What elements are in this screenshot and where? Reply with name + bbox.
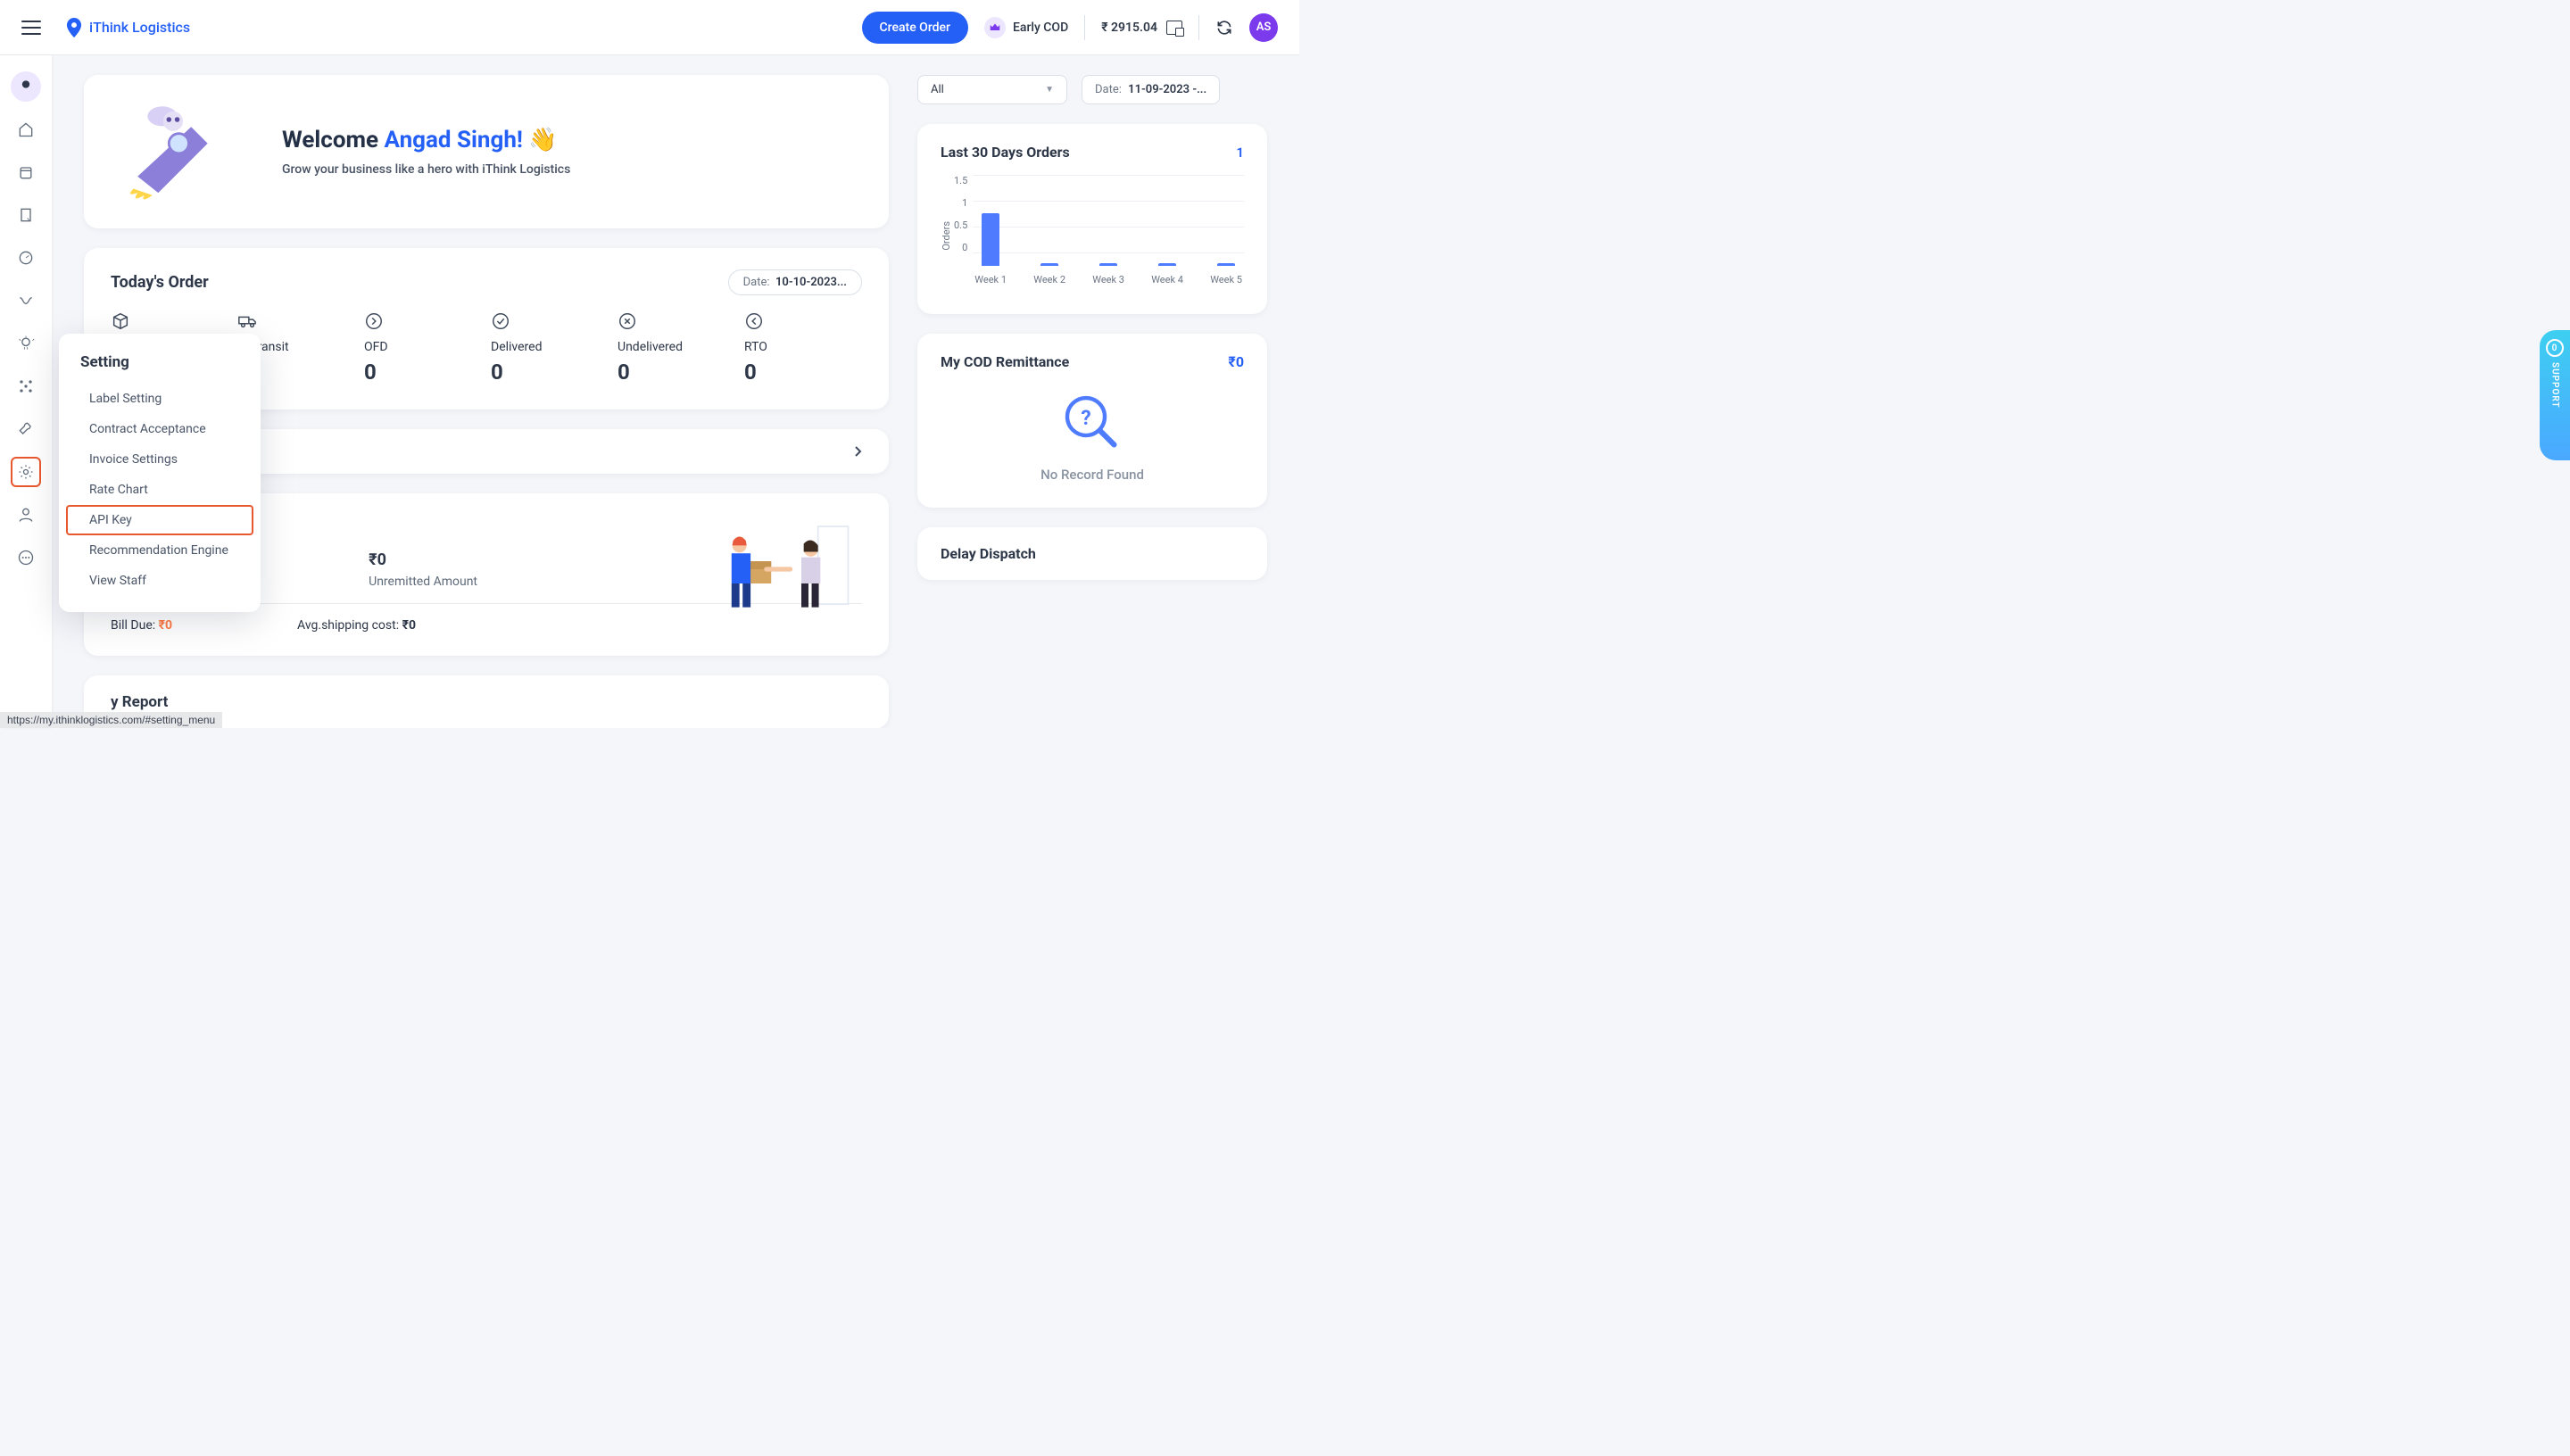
balance-amount: ₹ 2915.04 <box>1101 21 1157 35</box>
refresh-icon[interactable] <box>1215 19 1233 37</box>
chart-yaxis: 1.510.50 <box>954 175 973 253</box>
popover-item-view-staff[interactable]: View Staff <box>66 566 253 596</box>
filter-select[interactable]: All▼ <box>917 75 1067 104</box>
stat-rto[interactable]: RTO0 <box>744 311 862 385</box>
brand-logo[interactable]: iThink Logistics <box>66 18 190 37</box>
support-label: SUPPORT <box>2550 362 2560 409</box>
sidebar-item-profile[interactable] <box>11 71 41 102</box>
popover-item-api-key[interactable]: API Key <box>66 505 253 535</box>
stat-undelivered[interactable]: Undelivered0 <box>618 311 735 385</box>
stat-ofd[interactable]: OFD0 <box>364 311 482 385</box>
hamburger-menu-icon[interactable] <box>21 21 41 35</box>
map-pin-icon <box>66 18 82 37</box>
delivery-illustration <box>716 520 858 618</box>
return-circle-icon <box>744 311 764 331</box>
no-record-text: No Record Found <box>1040 467 1144 483</box>
early-cod-label: Early COD <box>1013 21 1068 35</box>
sidebar-item-insights[interactable] <box>11 328 41 359</box>
topbar: iThink Logistics Create Order Early COD … <box>0 0 1299 55</box>
sidebar-item-ndr[interactable] <box>11 285 41 316</box>
wallet-balance[interactable]: ₹ 2915.04 <box>1101 21 1182 35</box>
early-cod-badge[interactable]: Early COD <box>984 17 1068 38</box>
crown-icon <box>984 17 1006 38</box>
popover-item-label-setting[interactable]: Label Setting <box>66 384 253 414</box>
check-circle-icon <box>491 311 510 331</box>
avatar[interactable]: AS <box>1249 13 1278 42</box>
sidebar-item-tools[interactable] <box>11 414 41 444</box>
todays-order-title: Today's Order <box>111 273 209 292</box>
rocket-illustration <box>116 98 250 205</box>
chevron-right-icon <box>853 445 862 458</box>
cod-remittance-card: My COD Remittance ₹0 ? No Record Found <box>917 334 1267 508</box>
welcome-card: Welcome Angad Singh! 👋 Grow your busines… <box>84 75 889 228</box>
create-order-button[interactable]: Create Order <box>862 12 968 44</box>
x-circle-icon <box>618 311 637 331</box>
arrow-circle-icon <box>364 311 384 331</box>
support-count: 0 <box>2546 339 2564 357</box>
cod-remit-amount: ₹0 <box>1228 353 1244 370</box>
magnifier-question-icon: ? <box>1061 392 1123 454</box>
chart-ylabel: Orders <box>941 221 952 251</box>
popover-item-reco-engine[interactable]: Recommendation Engine <box>66 535 253 566</box>
sidebar-item-home[interactable] <box>11 114 41 145</box>
sidebar-item-more[interactable] <box>11 542 41 573</box>
settings-popover: Setting Label Setting Contract Acceptanc… <box>59 334 261 612</box>
divider <box>1084 15 1085 40</box>
sidebar-item-tracking[interactable] <box>11 243 41 273</box>
stat-delivered[interactable]: Delivered0 <box>491 311 609 385</box>
last-30-days-card: Last 30 Days Orders 1 Orders 1.510.50 <box>917 124 1267 314</box>
sidebar-item-user[interactable] <box>11 500 41 530</box>
orders30-count: 1 <box>1236 145 1244 161</box>
popover-item-contract[interactable]: Contract Acceptance <box>66 414 253 444</box>
cod-remit-title: My COD Remittance <box>941 353 1069 370</box>
brand-name: iThink Logistics <box>89 19 190 36</box>
sidebar-item-integrations[interactable] <box>11 371 41 401</box>
unremitted-amount: ₹0 <box>369 550 477 569</box>
sidebar-item-settings[interactable] <box>11 457 41 487</box>
sidebar-item-orders[interactable] <box>11 157 41 187</box>
popover-item-invoice[interactable]: Invoice Settings <box>66 444 253 475</box>
box-icon <box>111 311 130 331</box>
filter-row: All▼ Date: 11-09-2023 -... <box>917 75 1267 104</box>
status-url: https://my.ithinklogistics.com/#setting_… <box>0 712 222 728</box>
welcome-subtitle: Grow your business like a hero with iThi… <box>282 162 570 177</box>
support-tab[interactable]: 0 SUPPORT <box>2540 330 2570 460</box>
sidebar <box>0 55 52 728</box>
wallet-icon <box>1166 21 1182 35</box>
truck-icon <box>237 311 257 331</box>
unremitted-label: Unremitted Amount <box>369 575 477 589</box>
welcome-heading: Welcome Angad Singh! 👋 <box>282 127 570 153</box>
today-date-filter[interactable]: Date: 10-10-2023... <box>728 269 862 295</box>
sidebar-item-manifest[interactable] <box>11 200 41 230</box>
chevron-down-icon: ▼ <box>1045 85 1054 95</box>
orders-bar-chart: Orders 1.510.50 Week 1Week 2Week 3Week 4… <box>941 173 1244 298</box>
delay-dispatch-card[interactable]: Delay Dispatch <box>917 527 1267 580</box>
date-range-picker[interactable]: Date: 11-09-2023 -... <box>1082 75 1220 104</box>
popover-item-rate-chart[interactable]: Rate Chart <box>66 475 253 505</box>
gear-icon <box>17 463 35 481</box>
divider <box>1198 15 1199 40</box>
svg-text:?: ? <box>1081 406 1090 430</box>
popover-heading: Setting <box>59 353 261 384</box>
orders30-title: Last 30 Days Orders <box>941 144 1070 161</box>
